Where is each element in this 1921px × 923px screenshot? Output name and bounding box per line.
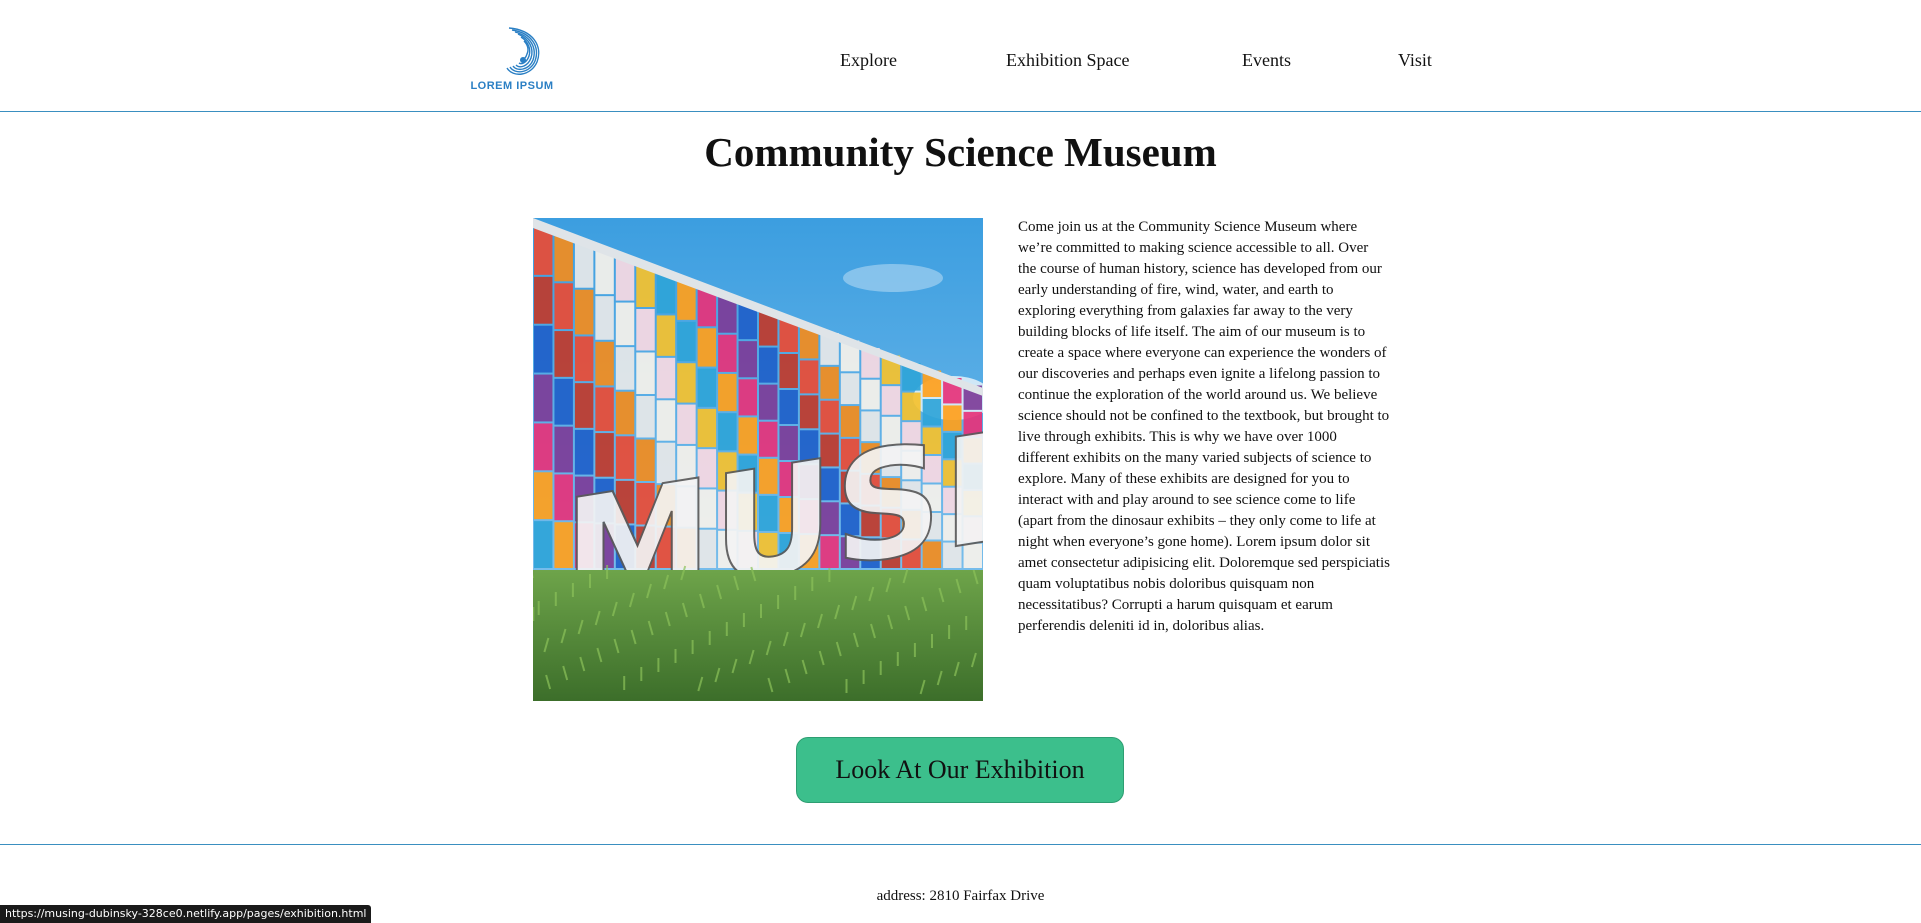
facade-panel <box>534 423 553 471</box>
facade-panel <box>677 321 696 362</box>
facade-panel <box>554 378 573 425</box>
museum-facade-illustration: MUSEUM <box>533 218 983 701</box>
facade-panel <box>861 379 880 410</box>
facade-panel <box>574 243 594 288</box>
facade-panel <box>534 374 553 422</box>
facade-panel <box>799 395 819 429</box>
facade-panel <box>574 289 594 335</box>
nav-link-visit[interactable]: Visit <box>1398 50 1432 71</box>
facade-panel <box>534 228 553 275</box>
look-at-exhibition-button[interactable]: Look At Our Exhibition <box>796 737 1124 803</box>
facade-panel <box>534 276 553 324</box>
facade-panel <box>656 315 676 356</box>
facade-panel <box>615 347 635 390</box>
facade-panel <box>820 366 839 399</box>
logo-text: LOREM IPSUM <box>470 80 554 92</box>
facade-panel <box>738 341 757 378</box>
facade-panel <box>677 363 696 403</box>
facade-panel <box>759 347 778 383</box>
facade-panel <box>779 354 798 388</box>
facade-panel <box>656 400 676 441</box>
facade-panel <box>534 472 553 520</box>
facade-panel <box>738 379 757 416</box>
facade-panel <box>636 352 655 394</box>
museum-description: Come join us at the Community Science Mu… <box>1018 219 1390 634</box>
footer-divider <box>0 844 1921 845</box>
nav-link-exhibition-space[interactable]: Exhibition Space <box>1006 50 1129 71</box>
facade-panel <box>615 391 635 435</box>
facade-panel <box>595 296 614 340</box>
museum-facade-image: MUSEUM <box>533 218 983 701</box>
facade-panel <box>554 426 573 473</box>
facade-panel <box>595 387 614 432</box>
facade-panel <box>718 373 737 412</box>
nav-link-events[interactable]: Events <box>1242 50 1291 71</box>
site-header: LOREM IPSUM Explore Exhibition Space Eve… <box>0 0 1921 112</box>
facade-panel <box>799 360 819 394</box>
facade-panel <box>534 325 553 373</box>
facade-panel <box>636 309 655 351</box>
facade-panel <box>697 408 717 448</box>
facade-panel <box>677 404 696 444</box>
facade-panel <box>840 373 860 405</box>
facade-panel <box>718 334 737 372</box>
facade-panel <box>554 283 573 330</box>
facade-panel <box>554 331 573 377</box>
facade-panel <box>656 357 676 399</box>
facade-panel <box>881 386 901 415</box>
facade-panel <box>779 390 798 424</box>
facade-panel <box>615 302 635 346</box>
main-nav: Explore Exhibition Space Events Visit <box>0 50 1921 78</box>
link-preview-status-bar: https://musing-dubinsky-328ce0.netlify.a… <box>0 905 372 923</box>
facade-panel <box>759 384 778 420</box>
facade-panel <box>574 336 594 382</box>
page-title: Community Science Museum <box>704 129 1217 175</box>
facade-panel <box>574 383 594 428</box>
nav-link-explore[interactable]: Explore <box>840 50 897 71</box>
facade-panel <box>595 341 614 386</box>
facade-panel <box>697 368 717 407</box>
facade-panel <box>636 396 655 438</box>
facade-panel <box>697 328 717 367</box>
facade-panel <box>554 235 573 282</box>
footer-address: address: 2810 Fairfax Drive <box>876 888 1045 904</box>
facade-panel <box>534 521 553 568</box>
